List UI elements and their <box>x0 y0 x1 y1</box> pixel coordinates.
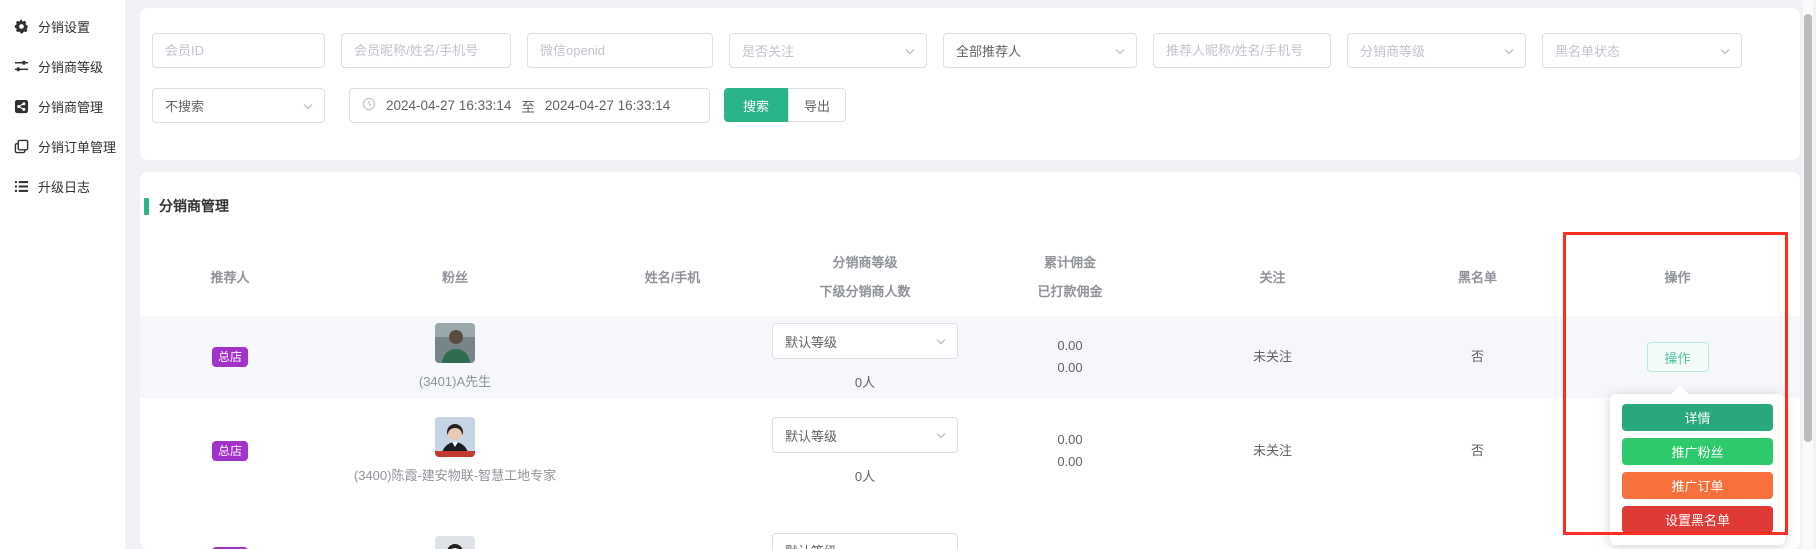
page-title: 分销商管理 <box>159 196 229 216</box>
filter-panel: 是否关注 全部推荐人 分销商等级 黑名单状态 不搜索 <box>140 8 1800 160</box>
fan-avatar <box>435 323 475 363</box>
list-icon <box>14 179 29 194</box>
chevron-down-icon <box>935 335 947 347</box>
table-row[interactable]: 总店 (3401)A先生 默认等级 0人 0.00 0.00 未关注 否 操作 <box>140 316 1800 398</box>
level-dropdown[interactable]: 默认等级 <box>772 533 958 549</box>
sidebar-item-label: 分销订单管理 <box>38 137 116 156</box>
sidebar-item-distribution-settings[interactable]: 分销设置 <box>0 6 125 46</box>
action-popup-menu: 详情 推广粉丝 推广订单 设置黑名单 <box>1610 394 1785 545</box>
header-commission: 累计佣金 已打款佣金 <box>975 248 1165 306</box>
promote-fans-button[interactable]: 推广粉丝 <box>1622 438 1773 465</box>
chevron-down-icon <box>904 45 916 57</box>
sidebar-item-distribution-orders[interactable]: 分销订单管理 <box>0 126 125 166</box>
commission-total: 0.00 <box>1057 335 1082 357</box>
sidebar-item-label: 分销商等级 <box>38 57 103 76</box>
header-follow: 关注 <box>1165 263 1380 292</box>
blacklist-status-select[interactable]: 黑名单状态 <box>1542 33 1742 68</box>
date-separator: 至 <box>521 96 535 116</box>
table-row[interactable]: 总店 (3400)陈霞-建安物联-智慧工地专家 默认等级 0人 0.00 0.0… <box>140 398 1800 504</box>
chevron-down-icon <box>1114 45 1126 57</box>
level-dropdown[interactable]: 默认等级 <box>772 323 958 359</box>
wechat-openid-input[interactable] <box>527 33 713 68</box>
sub-distributor-count: 0人 <box>855 466 875 485</box>
gear-icon <box>14 19 29 34</box>
chevron-down-icon <box>935 545 947 549</box>
scrollbar-thumb[interactable] <box>1804 14 1812 442</box>
level-select[interactable]: 分销商等级 <box>1347 33 1526 68</box>
header-action: 操作 <box>1575 263 1780 292</box>
referrer-select[interactable]: 全部推荐人 <box>943 33 1137 68</box>
table-header-row: 推荐人 粉丝 姓名/手机 分销商等级 下级分销商人数 累计佣金 已打款佣金 关注… <box>140 238 1800 316</box>
sidebar-item-distributor-management[interactable]: 分销商管理 <box>0 86 125 126</box>
row-action-button[interactable]: 操作 <box>1647 342 1709 372</box>
referrer-name-input[interactable] <box>1153 33 1331 68</box>
commission-paid: 0.00 <box>1057 357 1082 379</box>
referrer-badge: 总店 <box>212 441 248 461</box>
clock-icon <box>362 97 376 114</box>
search-mode-select[interactable]: 不搜索 <box>152 88 325 123</box>
sidebar: 分销设置 分销商等级 分销商管理 分销订单管理 升级日志 <box>0 0 125 549</box>
fan-avatar <box>435 536 475 549</box>
sidebar-item-label: 分销设置 <box>38 17 90 36</box>
fan-name: (3401)A先生 <box>419 371 491 392</box>
follow-select[interactable]: 是否关注 <box>729 33 927 68</box>
fan-name: (3400)陈霞-建安物联-智慧工地专家 <box>354 465 556 486</box>
blacklist-status: 否 <box>1380 346 1575 368</box>
sidebar-item-distributor-level[interactable]: 分销商等级 <box>0 46 125 86</box>
search-button[interactable]: 搜索 <box>724 88 788 122</box>
copy-icon <box>14 139 29 154</box>
set-blacklist-button[interactable]: 设置黑名单 <box>1622 506 1773 533</box>
sliders-icon <box>14 59 29 74</box>
chevron-down-icon <box>1503 45 1515 57</box>
follow-status: 未关注 <box>1165 346 1380 368</box>
header-level: 分销商等级 下级分销商人数 <box>755 248 975 306</box>
sidebar-item-label: 分销商管理 <box>38 97 103 116</box>
sub-distributor-count: 0人 <box>855 372 875 391</box>
chevron-down-icon <box>1719 45 1731 57</box>
header-blacklist: 黑名单 <box>1380 263 1575 292</box>
promote-orders-button[interactable]: 推广订单 <box>1622 472 1773 499</box>
header-name-phone: 姓名/手机 <box>590 263 755 292</box>
table-title: 分销商管理 <box>144 196 1800 216</box>
header-referrer: 推荐人 <box>140 263 320 292</box>
chevron-down-icon <box>302 100 314 112</box>
level-dropdown[interactable]: 默认等级 <box>772 417 958 453</box>
date-end-value: 2024-04-27 16:33:14 <box>545 98 670 113</box>
distributor-table-panel: 分销商管理 推荐人 粉丝 姓名/手机 分销商等级 下级分销商人数 累计佣金 已打… <box>140 172 1800 549</box>
sidebar-item-label: 升级日志 <box>38 177 90 196</box>
referrer-badge: 总店 <box>212 347 248 367</box>
member-name-input[interactable] <box>341 33 511 68</box>
follow-status: 未关注 <box>1165 440 1380 462</box>
detail-button[interactable]: 详情 <box>1622 404 1773 431</box>
export-button[interactable]: 导出 <box>788 88 846 122</box>
header-fans: 粉丝 <box>320 263 590 292</box>
commission-total: 0.00 <box>1057 429 1082 451</box>
share-icon <box>14 99 29 114</box>
table-row[interactable]: 总店 默认等级 0人 0.00 0.00 未关注 否 操作 <box>140 504 1800 549</box>
commission-paid: 0.00 <box>1057 451 1082 473</box>
chevron-down-icon <box>935 429 947 441</box>
date-range-picker[interactable]: 2024-04-27 16:33:14 至 2024-04-27 16:33:1… <box>349 88 710 123</box>
member-id-input[interactable] <box>152 33 325 68</box>
date-start-value: 2024-04-27 16:33:14 <box>386 98 511 113</box>
blacklist-status: 否 <box>1380 440 1575 462</box>
sidebar-item-upgrade-log[interactable]: 升级日志 <box>0 166 125 206</box>
title-accent-bar <box>144 198 149 215</box>
fan-avatar <box>435 417 475 457</box>
